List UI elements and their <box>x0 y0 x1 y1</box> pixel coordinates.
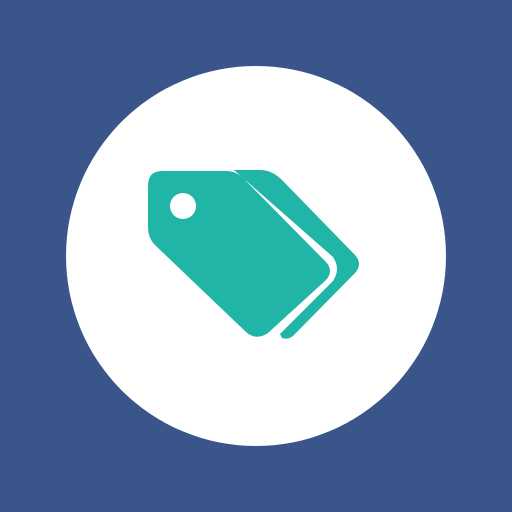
tags-icon <box>148 170 359 339</box>
app-icon <box>0 0 512 512</box>
